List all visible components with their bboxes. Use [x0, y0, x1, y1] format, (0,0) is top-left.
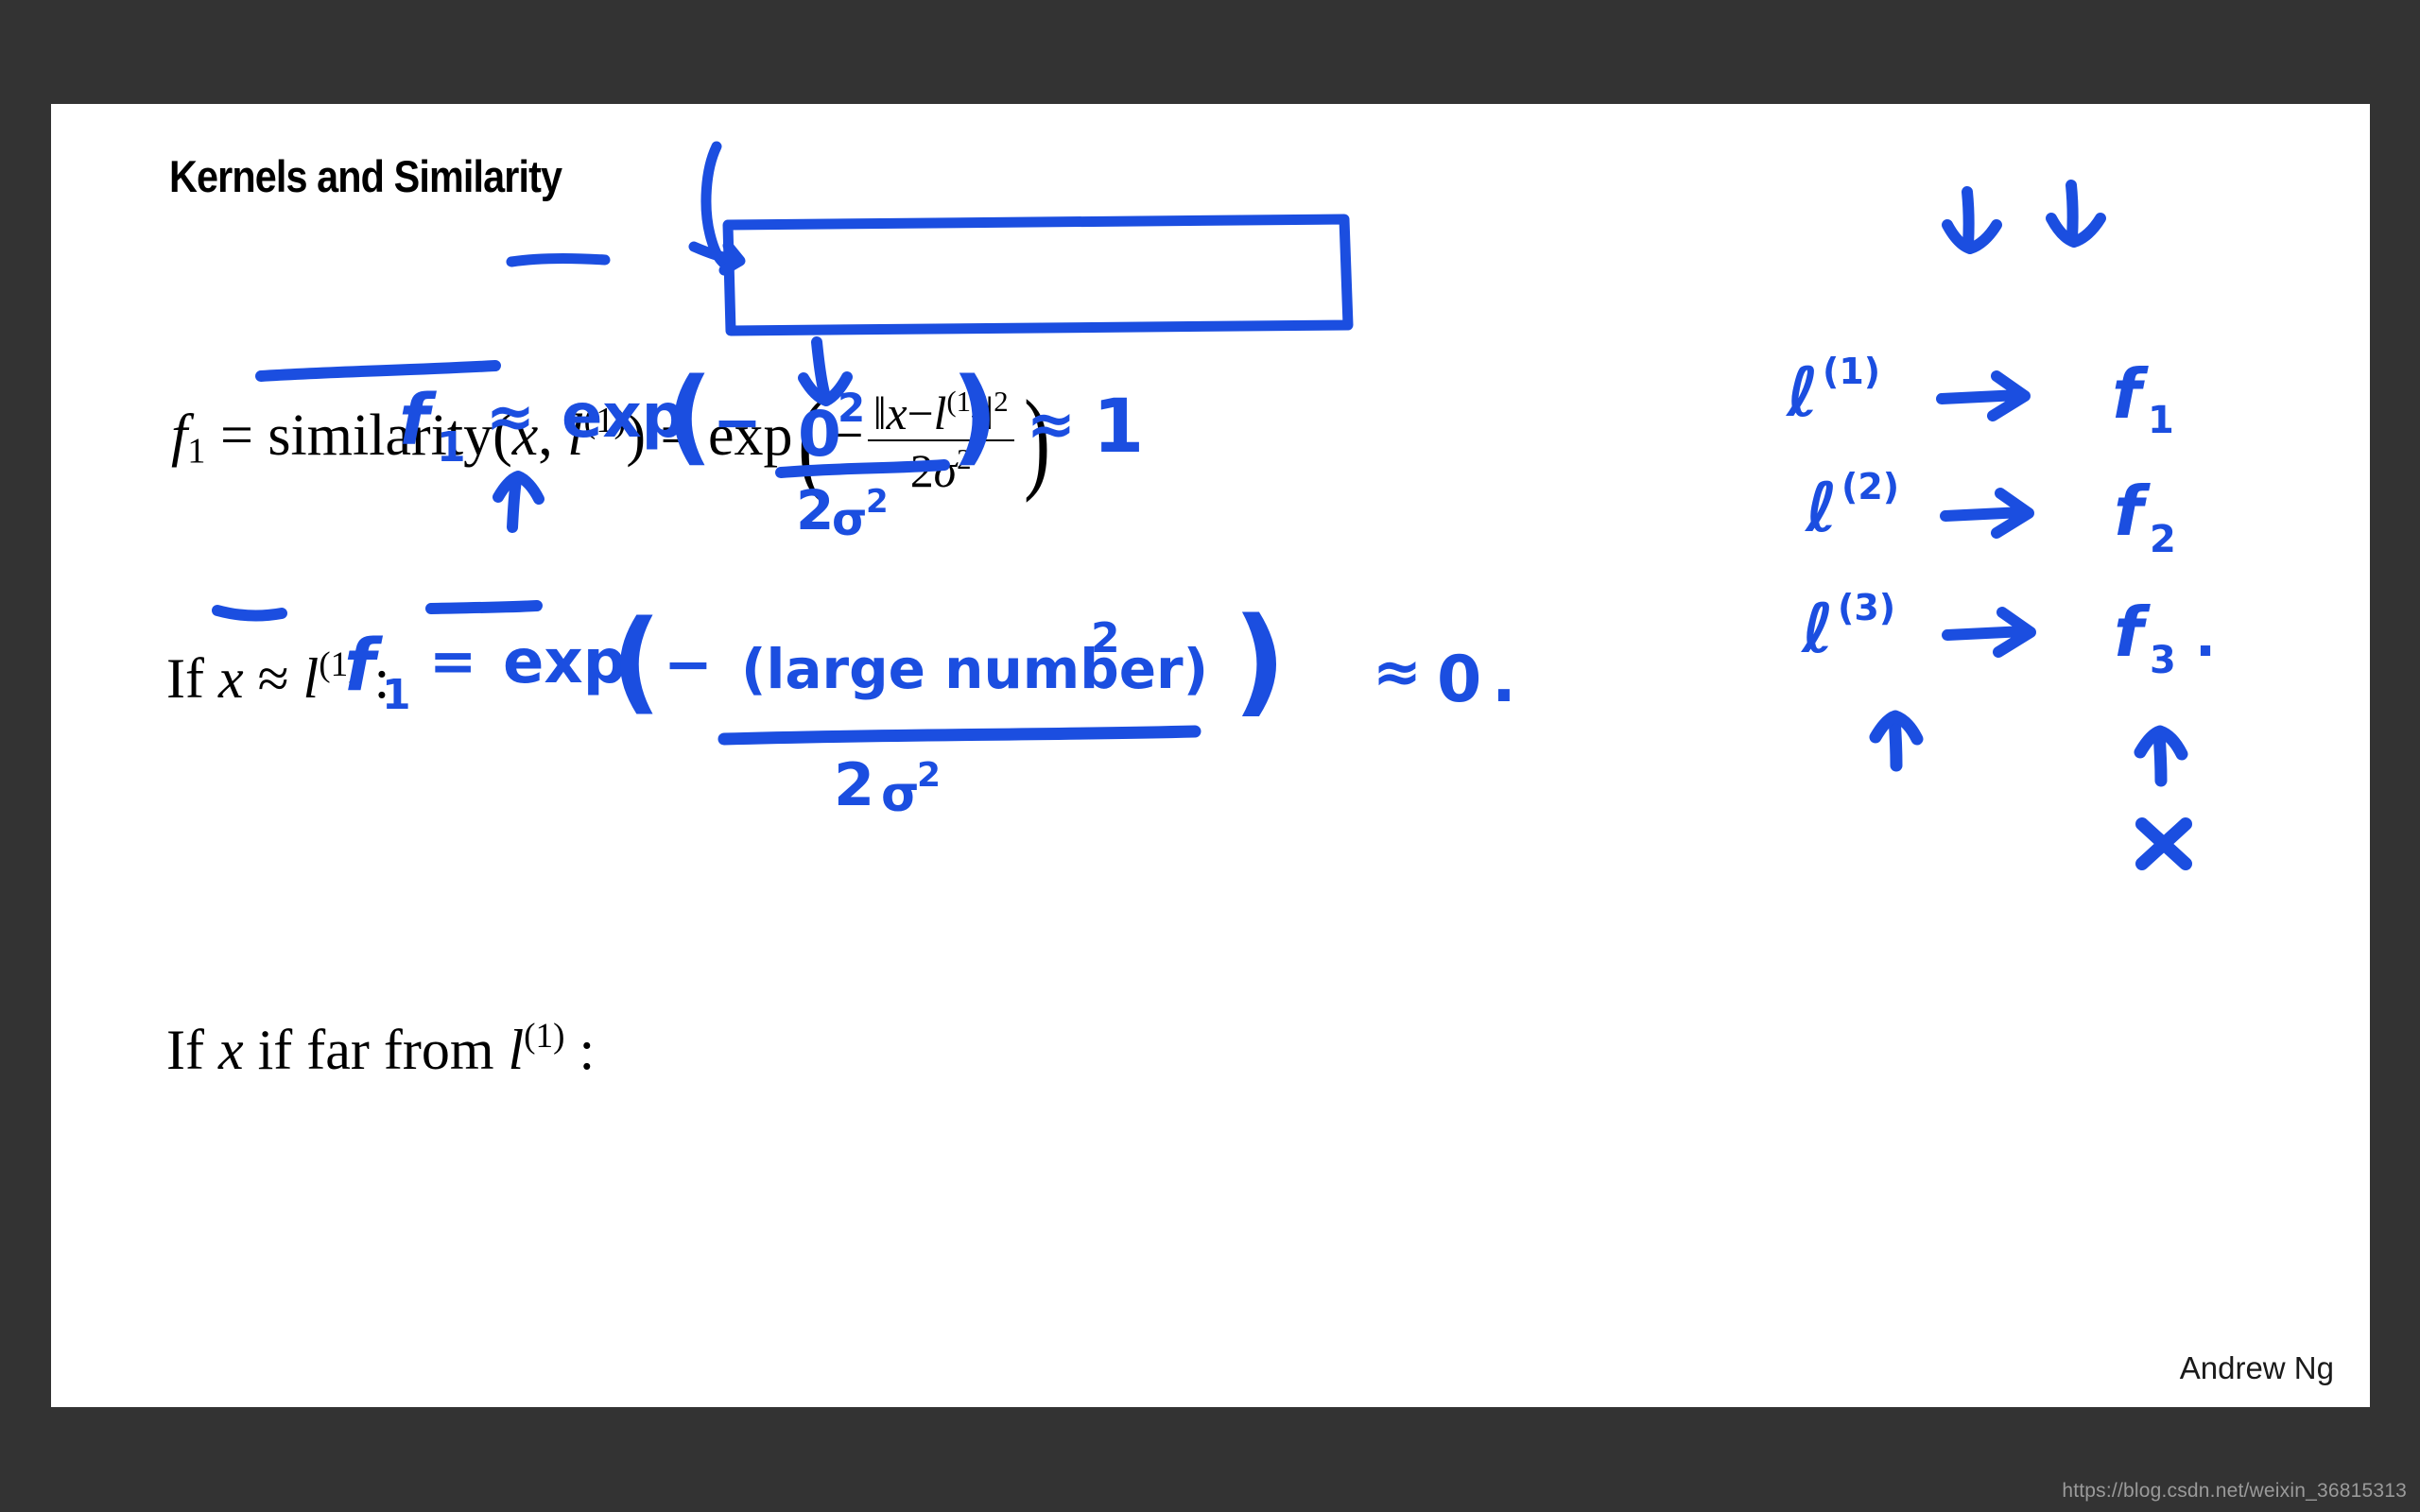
denominator-power: 2	[957, 442, 972, 475]
hw-minus-far: −	[664, 629, 713, 698]
condition-line-near: If x ≈ l(1) :	[166, 647, 389, 707]
hw-landmark-3: ℓ	[1801, 589, 1834, 668]
hw-denominator-two-far: 2	[834, 750, 874, 819]
norm-bar-open: ‖	[873, 387, 887, 440]
numerator-l-superscript: (1)	[946, 386, 981, 418]
numerator-minus: −	[907, 387, 934, 440]
hw-numerator-large-number: (large number)	[741, 637, 1208, 701]
hw-arrow-2	[1940, 488, 2034, 539]
hw-result-one: 1	[1093, 385, 1144, 470]
formula-minus: −	[830, 403, 864, 468]
numerator-x: x	[886, 387, 908, 440]
if-keyword-2: If	[166, 1019, 204, 1082]
if-keyword-1: If	[166, 647, 204, 711]
colon-2: :	[579, 1019, 596, 1082]
condition-x-1: x	[217, 647, 244, 711]
formula-f-subscript: 1	[187, 431, 206, 472]
numerator-power: 2	[994, 386, 1009, 418]
condition-l-2: l	[508, 1019, 525, 1082]
formula-big-paren-close: )	[1023, 377, 1050, 505]
approx-symbol-1: ≈	[257, 647, 289, 711]
condition-l-1: l	[302, 647, 320, 711]
formula-equals-2: =	[660, 403, 694, 468]
formula-paren-open: (	[493, 403, 512, 468]
hw-denominator-power-far: 2	[917, 756, 941, 795]
hw-equals-far: =	[429, 628, 476, 695]
hw-landmark-2: ℓ	[1805, 468, 1838, 547]
hw-feature-3-period: .	[2195, 605, 2216, 669]
colon-1: :	[373, 647, 390, 711]
condition-x-2: x	[217, 1019, 244, 1082]
pointer-hook-arrowhead	[688, 240, 746, 276]
underline-condition-far-l	[425, 600, 543, 614]
mapping-row-3: ℓ (3) f 3 .	[1801, 587, 2216, 682]
hw-arrow-1	[1936, 370, 2031, 421]
up-arrow-feature-column	[2134, 725, 2188, 787]
formula-paren-close: )	[626, 403, 646, 468]
hw-feature-1-subscript: 1	[2148, 399, 2174, 442]
hw-landmark-1: ℓ	[1786, 352, 1819, 432]
formula-arg-l: l	[567, 403, 584, 468]
hw-feature-1: f	[2112, 354, 2149, 434]
hw-feature-2: f	[2114, 472, 2151, 551]
hw-fraction-bar-far	[717, 725, 1201, 746]
formula-similarity: f1 = similarity(x, l(1)) = exp(− ‖x−l(1)‖…	[171, 377, 1056, 505]
formula-similarity-word: similarity	[268, 403, 493, 468]
formula-fraction-denominator: 2σ2	[868, 441, 1014, 495]
far-from-words: if far from	[257, 1019, 494, 1082]
formula-comma: ,	[538, 403, 553, 468]
down-arrow-left	[1942, 186, 2002, 254]
formula-arg-l-superscript: (1)	[583, 401, 627, 441]
highlight-box-numerator	[722, 214, 1354, 336]
hw-feature-2-subscript: 2	[2150, 518, 2176, 561]
hw-result-period: .	[1492, 643, 1516, 717]
watermark-url: https://blog.csdn.net/weixin_36815313	[2062, 1480, 2407, 1502]
hw-landmark-2-superscript: (2)	[1841, 466, 1899, 507]
underline-condition-near	[255, 360, 501, 382]
hw-feature-3: f	[2114, 593, 2151, 672]
down-arrow-right	[2046, 180, 2106, 248]
hw-feature-3-subscript: 3	[2150, 639, 2176, 682]
formula-big-paren-open: (	[798, 377, 825, 505]
up-arrow-landmark-column	[1869, 710, 1924, 772]
underline-landmark-main	[506, 252, 611, 267]
mapping-row-2: ℓ (2) f 2	[1805, 466, 2176, 561]
numerator-l: l	[933, 387, 947, 440]
condition-l-superscript-1: (1)	[319, 645, 360, 684]
screen-background: Kernels and Similarity f1 = similarity(x…	[0, 0, 2420, 1512]
formula-fraction: ‖x−l(1)‖2 2σ2	[867, 386, 1014, 495]
hw-denominator-sigma-far: σ	[881, 766, 920, 823]
hw-paren-open-far: (	[611, 595, 662, 726]
underline-condition-far-x	[212, 605, 287, 622]
formula-equals-1: =	[219, 403, 253, 468]
hw-exp-far: exp	[503, 627, 627, 697]
formula-exp: exp	[707, 403, 793, 468]
hw-numerator-power-far: 2	[1091, 614, 1120, 662]
hw-landmark-1-superscript: (1)	[1823, 351, 1880, 392]
ink-annotation-layer: f 1 ≈ exp ( − 0 2 2 σ 2 ) ≈ 1 f 1 = exp …	[212, 141, 2216, 870]
hw-denominator-sigma-near: σ	[832, 493, 867, 546]
x-mark	[2135, 817, 2192, 870]
pointer-hook-into-box	[700, 141, 735, 272]
condition-l-superscript-2: (1)	[524, 1017, 565, 1056]
formula-f: f	[171, 403, 188, 468]
mapping-row-1: ℓ (1) f 1	[1786, 351, 2174, 442]
slide-canvas: Kernels and Similarity f1 = similarity(x…	[51, 104, 2370, 1407]
denominator-sigma: σ	[933, 444, 958, 497]
page-title: Kernels and Similarity	[169, 151, 562, 201]
formula-arg-x: x	[511, 403, 539, 468]
hw-paren-close-far: )	[1233, 593, 1287, 730]
hw-landmark-3-superscript: (3)	[1838, 587, 1895, 628]
hw-approx-result-far: ≈	[1373, 637, 1422, 706]
condition-line-far: If x if far from l(1) :	[166, 1019, 595, 1078]
norm-bar-close: ‖	[980, 387, 994, 440]
denominator-two: 2	[909, 444, 934, 497]
formula-fraction-numerator: ‖x−l(1)‖2	[867, 386, 1014, 441]
hw-arrow-3	[1942, 607, 2036, 658]
hw-result-zero: 0	[1437, 643, 1481, 717]
author-credit: Andrew Ng	[2179, 1350, 2334, 1385]
